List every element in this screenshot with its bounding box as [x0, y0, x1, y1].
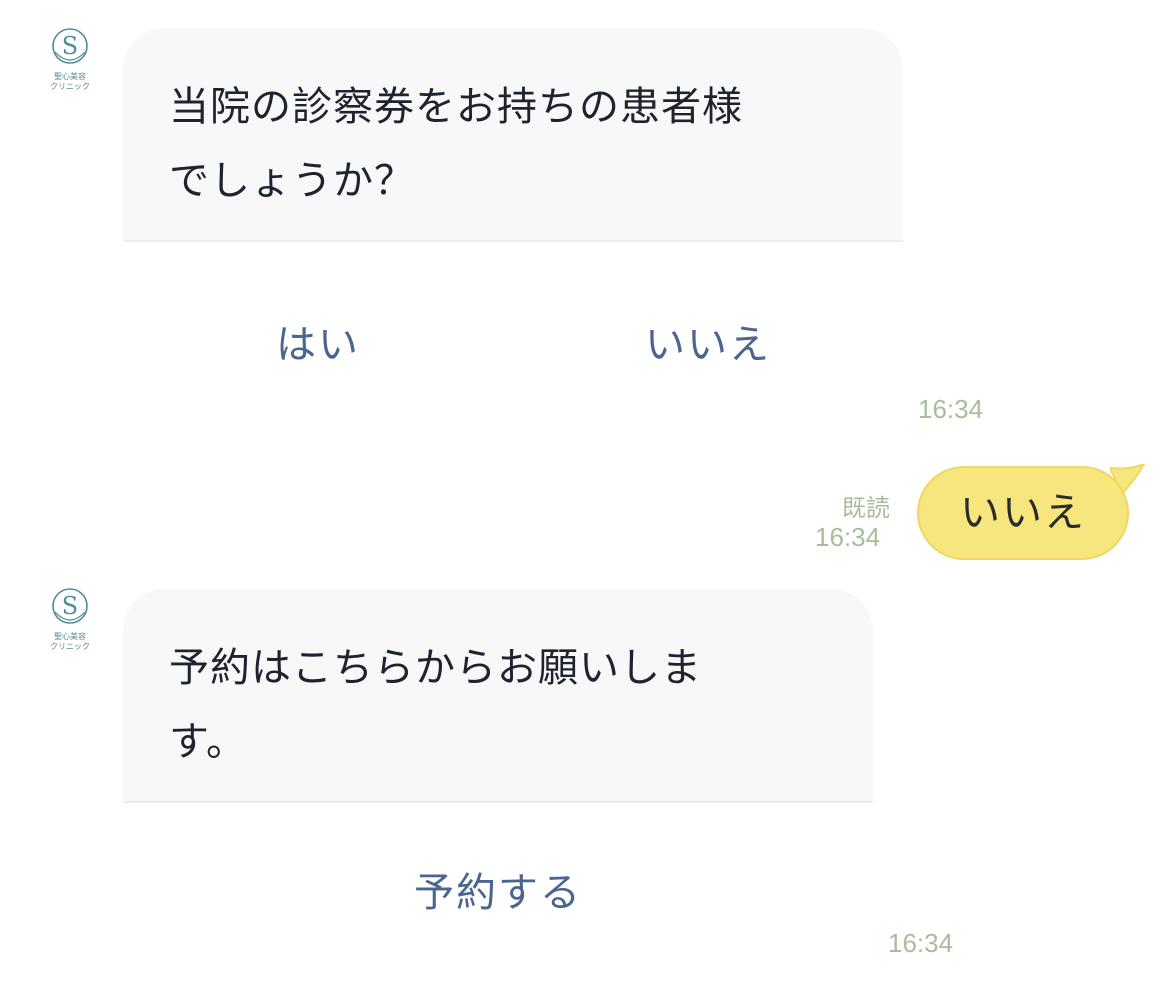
clinic-name-line1: 聖心美容 — [54, 72, 86, 81]
reply-timestamp: 16:34 — [815, 522, 881, 552]
clinic-name-line1: 聖心美容 — [54, 632, 86, 641]
option-yes-button[interactable]: はい — [258, 312, 378, 370]
option-no-button[interactable]: いいえ — [628, 312, 788, 370]
question-text-line2: でしょうか？ — [169, 158, 415, 204]
read-receipt: 既読 — [842, 494, 890, 522]
clinic-name-line2: クリニック — [50, 642, 90, 651]
booking-message-card: 予約はこちらからお願いしま す。 — [123, 589, 873, 803]
clinic-avatar[interactable]: S 聖心美容 クリニック — [46, 22, 94, 94]
book-appointment-button[interactable]: 予約する — [388, 860, 608, 918]
svg-text:S: S — [62, 32, 78, 60]
booking-text-line2: す。 — [169, 719, 247, 765]
booking-timestamp: 16:34 — [888, 928, 954, 958]
question-timestamp: 16:34 — [918, 394, 984, 424]
booking-text-line1: 予約はこちらからお願いしま — [169, 645, 702, 691]
clinic-logo-icon: S — [52, 588, 88, 624]
clinic-logo-icon: S — [52, 28, 88, 64]
clinic-avatar-2[interactable]: S 聖心美容 クリニック — [46, 582, 94, 654]
clinic-name-line2: クリニック — [50, 82, 90, 91]
user-reply-bubble: いいえ — [917, 466, 1129, 560]
question-message-card: 当院の診察券をお持ちの患者様 でしょうか？ — [123, 28, 903, 242]
svg-text:S: S — [62, 592, 78, 620]
question-text-line1: 当院の診察券をお持ちの患者様 — [169, 84, 743, 130]
